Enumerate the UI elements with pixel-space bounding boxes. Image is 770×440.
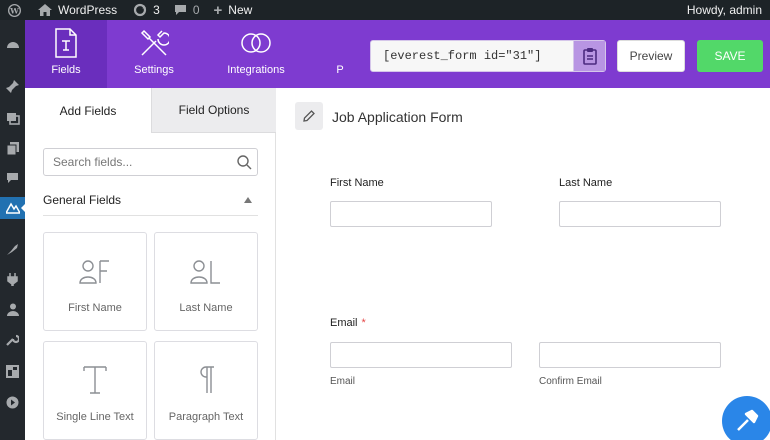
- tab-settings-label: Settings: [134, 64, 174, 76]
- comment-icon: [174, 4, 187, 16]
- comments-count: 0: [192, 3, 200, 17]
- updates-count: 3: [153, 3, 160, 17]
- tools-icon[interactable]: [0, 328, 25, 350]
- first-name-label: First Name: [330, 177, 384, 189]
- form-title[interactable]: Job Application Form: [332, 109, 463, 125]
- confirm-email-sublabel: Confirm Email: [539, 376, 602, 387]
- admin-side-menu: [0, 20, 26, 440]
- plus-icon: +: [213, 1, 223, 19]
- field-label: Single Line Text: [56, 411, 134, 423]
- field-paragraph-text[interactable]: Paragraph Text: [154, 341, 258, 440]
- copy-shortcode-button[interactable]: [573, 41, 605, 71]
- clipboard-icon: [582, 48, 597, 65]
- hammer-icon: [737, 409, 759, 431]
- new-label: New: [228, 3, 253, 17]
- panel-tabs: Add Fields Field Options: [25, 88, 276, 133]
- support-fab-button[interactable]: [722, 396, 770, 440]
- edit-title-button[interactable]: [295, 102, 323, 130]
- media-icon[interactable]: [0, 107, 25, 129]
- home-icon: [38, 4, 52, 16]
- field-label: Paragraph Text: [168, 411, 244, 423]
- admin-bar-site[interactable]: WordPress: [38, 0, 117, 20]
- field-label: First Name: [68, 302, 122, 314]
- builder-header: Fields Settings Integrations P Preview S…: [25, 20, 770, 88]
- email-input[interactable]: [330, 342, 512, 368]
- pages-icon[interactable]: [0, 137, 25, 159]
- updates-icon: [133, 3, 147, 17]
- required-mark: *: [361, 317, 366, 329]
- settings-tools-icon: [139, 28, 169, 58]
- comments-icon[interactable]: [0, 167, 25, 189]
- field-last-name[interactable]: Last Name: [154, 232, 258, 331]
- preview-button[interactable]: Preview: [617, 40, 685, 72]
- shortcode-box: [370, 40, 606, 72]
- tab-fields-label: Fields: [51, 64, 81, 76]
- search-icon: [231, 154, 257, 170]
- tab-field-options[interactable]: Field Options: [151, 88, 276, 133]
- plugins-icon[interactable]: [0, 268, 25, 290]
- search-box: [43, 148, 258, 176]
- fields-panel: Add Fields Field Options General Fields …: [25, 88, 276, 440]
- appearance-icon[interactable]: [0, 238, 25, 260]
- users-icon[interactable]: [0, 298, 25, 320]
- shortcode-input[interactable]: [371, 41, 573, 71]
- last-name-icon: [190, 255, 222, 287]
- last-name-input[interactable]: [559, 201, 721, 227]
- site-name: WordPress: [58, 3, 118, 17]
- admin-bar: W WordPress 3 0 + New Howdy, admin: [0, 0, 770, 20]
- paragraph-text-icon: [196, 364, 216, 396]
- first-name-icon: [79, 255, 111, 287]
- admin-bar-comments[interactable]: 0: [174, 0, 200, 20]
- form-canvas: Job Application Form First Name Last Nam…: [277, 88, 770, 440]
- general-fields-header[interactable]: General Fields: [43, 184, 258, 216]
- integrations-icon: [239, 28, 273, 58]
- save-button[interactable]: SAVE: [697, 40, 763, 72]
- tab-settings[interactable]: Settings: [111, 20, 197, 88]
- wordpress-logo-icon[interactable]: W: [0, 0, 26, 20]
- admin-bar-updates[interactable]: 3: [133, 0, 160, 20]
- section-title: General Fields: [43, 192, 122, 207]
- everest-forms-icon[interactable]: [0, 197, 26, 219]
- settings-icon[interactable]: [0, 360, 25, 382]
- tab-payment-label: P: [336, 64, 344, 76]
- posts-icon[interactable]: [0, 75, 25, 97]
- svg-text:W: W: [9, 6, 19, 15]
- confirm-email-input[interactable]: [539, 342, 721, 368]
- collapse-caret-icon: [244, 196, 252, 203]
- field-first-name[interactable]: First Name: [43, 232, 147, 331]
- tab-fields[interactable]: Fields: [25, 20, 107, 88]
- tab-integrations[interactable]: Integrations: [211, 20, 301, 88]
- admin-bar-account[interactable]: Howdy, admin: [687, 0, 762, 20]
- first-name-input[interactable]: [330, 201, 492, 227]
- fields-icon: [52, 28, 80, 58]
- tab-add-fields[interactable]: Add Fields: [25, 88, 151, 133]
- email-sublabel: Email: [330, 376, 356, 387]
- dashboard-icon[interactable]: [0, 34, 25, 56]
- tab-payment[interactable]: P: [325, 20, 355, 88]
- email-label: Email *: [330, 317, 366, 329]
- search-input[interactable]: [44, 155, 231, 169]
- field-label: Last Name: [179, 302, 233, 314]
- pencil-icon: [303, 110, 315, 122]
- tab-integrations-label: Integrations: [227, 64, 285, 76]
- admin-bar-new[interactable]: + New: [214, 0, 253, 20]
- last-name-label: Last Name: [559, 177, 613, 189]
- email-label-text: Email: [330, 317, 358, 329]
- collapse-menu-icon[interactable]: [0, 391, 25, 413]
- field-single-line-text[interactable]: Single Line Text: [43, 341, 147, 440]
- single-line-text-icon: [82, 364, 108, 396]
